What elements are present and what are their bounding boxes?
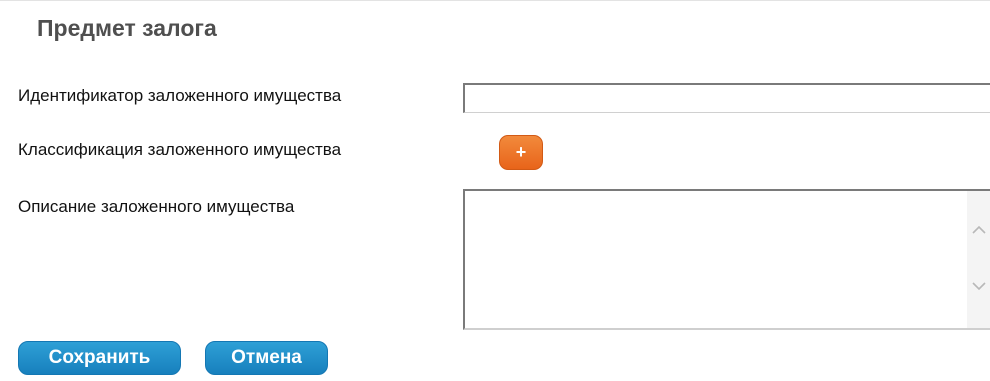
chevron-down-icon[interactable] xyxy=(967,275,990,297)
add-classification-button[interactable]: + xyxy=(499,135,543,170)
page-title: Предмет залога xyxy=(37,15,217,41)
save-button[interactable]: Сохранить xyxy=(18,341,181,375)
description-scrollbar[interactable] xyxy=(967,191,990,328)
description-field xyxy=(463,189,990,330)
top-divider xyxy=(0,0,990,1)
description-textarea[interactable] xyxy=(465,191,965,328)
chevron-up-icon[interactable] xyxy=(967,219,990,241)
cancel-button[interactable]: Отмена xyxy=(205,341,328,375)
plus-icon: + xyxy=(515,141,527,162)
classification-label: Классификация заложенного имущества xyxy=(18,140,342,159)
description-label: Описание заложенного имущества xyxy=(18,197,295,216)
identifier-input[interactable] xyxy=(463,83,990,113)
identifier-label: Идентификатор заложенного имущества xyxy=(18,86,342,105)
